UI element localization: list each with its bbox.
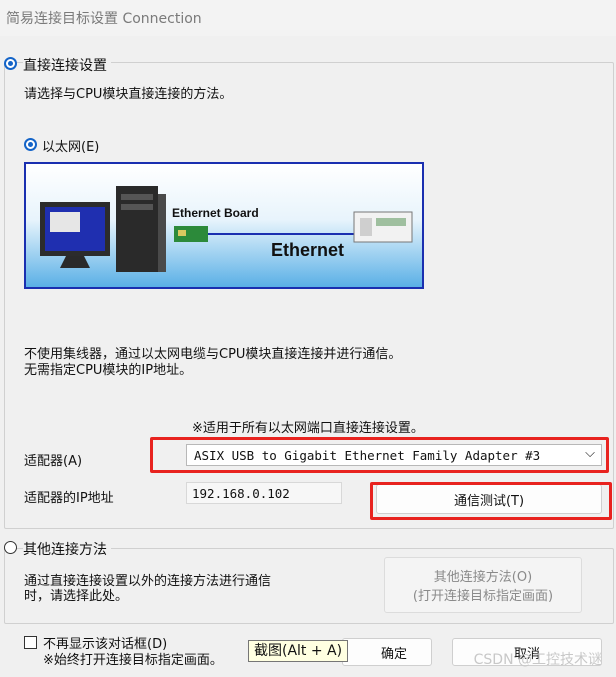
ethernet-radio[interactable] — [24, 138, 37, 151]
adapter-ip-value: 192.168.0.102 — [192, 486, 290, 501]
ok-button-label: 确定 — [380, 646, 407, 662]
other-connection-desc-2: 时，请选择此处。 — [24, 589, 129, 604]
adapter-ip-field: 192.168.0.102 — [186, 482, 342, 504]
other-connection-button-line-2: (打开连接目标指定画面) — [412, 589, 554, 604]
ethernet-board-label: Ethernet Board — [172, 206, 259, 220]
ethernet-network-label: Ethernet — [271, 240, 345, 260]
ethernet-diagram — [40, 186, 413, 272]
direct-connection-label: 直接连接设置 — [23, 55, 111, 75]
other-connection-label: 其他连接方法 — [23, 539, 111, 559]
direct-connection-note-2: 无需指定CPU模块的IP地址。 — [24, 363, 193, 378]
adapter-ip-label: 适配器的IP地址 — [24, 491, 114, 506]
dont-show-checkbox[interactable] — [24, 636, 37, 649]
other-connection-radio[interactable] — [4, 541, 17, 554]
screenshot-tooltip: 截图(Alt + A) — [248, 640, 349, 662]
ethernet-connection-image: Ethernet Board Ethernet — [24, 162, 424, 289]
direct-connection-description: 请选择与CPU模块直接连接的方法。 — [24, 87, 233, 102]
dont-show-note: ※始终打开连接目标指定画面。 — [43, 653, 223, 668]
adapter-label: 适配器(A) — [24, 454, 83, 469]
applies-note: ※适用于所有以太网端口直接连接设置。 — [192, 421, 424, 436]
other-connection-button-line-1: 其他连接方法(O) — [433, 570, 533, 585]
direct-connection-radio[interactable] — [4, 57, 17, 70]
watermark: CSDN @工控技术谜 — [473, 652, 602, 668]
ok-button[interactable]: 确定 — [342, 638, 432, 666]
other-connection-button[interactable]: 其他连接方法(O) (打开连接目标指定画面) — [384, 557, 582, 613]
ethernet-option-label: 以太网(E) — [42, 140, 100, 155]
test-button-highlight-box — [370, 482, 612, 520]
window-title: 简易连接目标设置 Connection — [6, 11, 202, 27]
adapter-highlight-box — [150, 437, 609, 473]
